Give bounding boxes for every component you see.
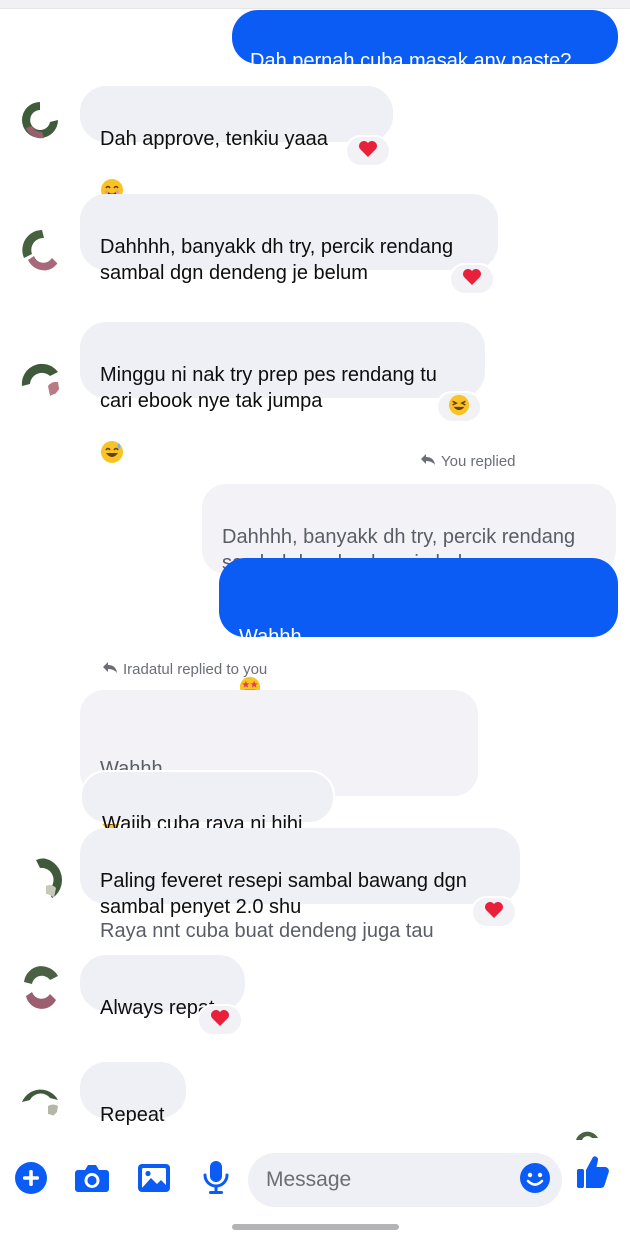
message-text: Minggu ni nak try prep pes rendang tu ca… <box>100 364 437 412</box>
message-placeholder: Message <box>266 1168 352 1191</box>
reaction-badge[interactable] <box>449 263 495 295</box>
camera-icon <box>74 1162 110 1199</box>
emoji-icon <box>519 1162 551 1199</box>
message-text: Dah approve, tenkiu yaaa <box>100 128 328 150</box>
camera-button[interactable] <box>70 1158 114 1202</box>
heart-icon <box>462 268 482 291</box>
top-edge <box>0 0 630 9</box>
emoji-button[interactable] <box>513 1158 557 1202</box>
reply-arrow-icon <box>102 660 118 678</box>
quoted-line-2: Raya nnt cuba buat dendeng juga tau <box>100 920 434 942</box>
heart-icon <box>210 1009 230 1032</box>
plus-button[interactable] <box>9 1158 53 1202</box>
incoming-message[interactable]: Wajib cuba raya ni hihi <box>80 770 335 835</box>
reply-note-text: You replied <box>441 452 516 470</box>
incoming-message[interactable]: Dah approve, tenkiu yaaa <box>80 86 393 201</box>
incoming-message[interactable]: Paling feveret resepi sambal bawang dgn … <box>80 828 520 918</box>
heart-icon <box>358 140 378 163</box>
reaction-badge[interactable] <box>436 391 482 423</box>
microphone-icon <box>202 1160 230 1201</box>
incoming-message[interactable]: Always repat <box>80 955 245 1019</box>
avatar[interactable] <box>18 228 62 272</box>
reaction-badge[interactable] <box>345 135 391 167</box>
image-icon <box>137 1163 171 1198</box>
laughing-face-icon <box>448 394 470 421</box>
reply-note: Iradatul replied to you <box>102 660 267 678</box>
reply-note: You replied <box>420 452 516 470</box>
voice-button[interactable] <box>194 1158 238 1202</box>
avatar[interactable] <box>18 966 62 1010</box>
incoming-message[interactable]: Minggu ni nak try prep pes rendang tu ca… <box>80 322 485 463</box>
avatar[interactable] <box>18 858 62 902</box>
grinning-sweat-icon <box>100 414 124 471</box>
avatar[interactable] <box>18 1076 62 1120</box>
incoming-message[interactable]: Dahhhh, banyakk dh try, percik rendang s… <box>80 194 498 284</box>
plus-icon <box>14 1161 48 1200</box>
reaction-badge[interactable] <box>471 896 517 928</box>
chat-screen: Dah pernah cuba masak any paste? Dah app… <box>0 0 630 1240</box>
message-text: Dah pernah cuba masak any paste? <box>250 50 572 72</box>
gallery-button[interactable] <box>132 1158 176 1202</box>
like-button[interactable] <box>571 1152 615 1196</box>
outgoing-message[interactable]: Dah pernah cuba masak any paste? <box>232 10 618 72</box>
avatar[interactable] <box>18 356 62 400</box>
message-text: Dahhhh, banyakk dh try, percik rendang s… <box>100 236 454 284</box>
message-text: Wahhh <box>239 626 302 648</box>
reply-note-text: Iradatul replied to you <box>123 660 268 678</box>
outgoing-message[interactable]: Wahhh Raya nnt cuba buat dendeng juga ta… <box>219 558 618 810</box>
reaction-badge[interactable] <box>197 1004 243 1036</box>
message-text: Repeat <box>100 1104 165 1126</box>
avatar[interactable] <box>18 98 62 142</box>
heart-icon <box>484 901 504 924</box>
thumbs-up-icon <box>576 1154 610 1195</box>
reply-arrow-icon <box>420 452 436 470</box>
home-indicator[interactable] <box>232 1224 399 1230</box>
incoming-message[interactable]: Repeat <box>80 1062 186 1126</box>
